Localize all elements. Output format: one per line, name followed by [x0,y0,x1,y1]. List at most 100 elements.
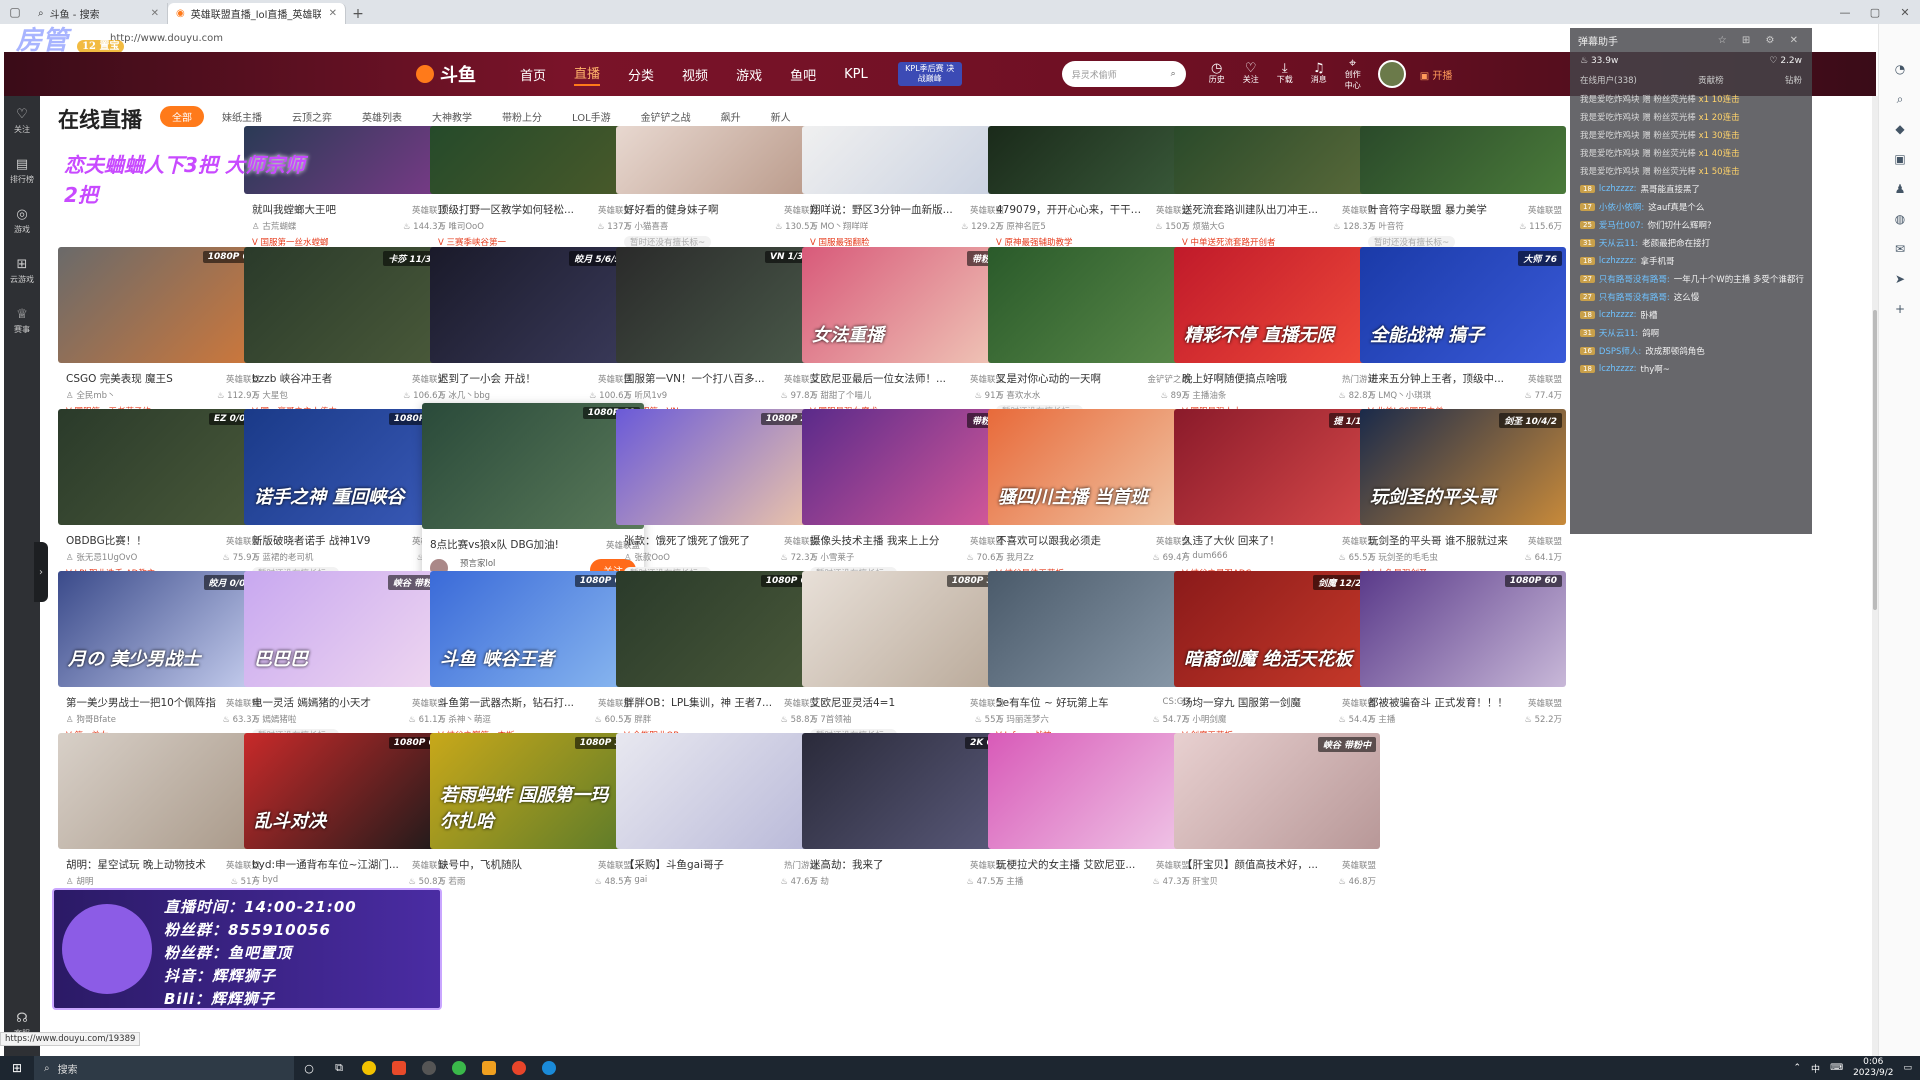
new-tab-button[interactable]: + [346,3,370,24]
stream-thumbnail[interactable]: 大师 76 全能战神 搞子 [1360,247,1566,363]
stream-thumbnail[interactable]: 提 1/1/1 [1174,409,1380,525]
stream-title[interactable]: 迟到了一小会 开战！ [438,371,588,386]
streamer-name[interactable]: 听风1v9 [624,389,667,401]
streamer-name[interactable]: MO丶翔咩咩 [810,220,868,232]
stream-thumbnail[interactable]: 峡谷 带粉中 [1174,733,1380,849]
filter-chip[interactable]: 英雄列表 [350,106,414,127]
streamer-name[interactable]: gai [624,875,647,885]
search-icon[interactable]: ⌕ [1171,69,1176,79]
stream-thumbnail[interactable]: 皎月 0/0/0 月の 美少男战士 [58,571,264,687]
streamer-name[interactable]: 7首领袖 [810,713,851,725]
streamer-name[interactable]: 古荒蝴蝶 [252,220,296,232]
nav-yuba[interactable]: 鱼吧 [790,65,816,84]
stream-thumbnail[interactable]: 1080P 60 斗鱼 峡谷王者 [430,571,636,687]
stream-thumbnail[interactable]: 剑魔 12/2/3 暗裔剑魔 绝活天花板 [1174,571,1380,687]
stream-thumbnail[interactable] [616,733,822,849]
close-icon[interactable]: ✕ [151,8,159,19]
stream-title[interactable]: 玩梗拉犬的女主播 艾欧尼亚... [996,857,1146,872]
app-icon[interactable] [444,1056,474,1080]
streamer-name[interactable]: 若雨 [438,875,465,887]
stream-title[interactable]: 不喜欢可以跟我必须走 [996,533,1146,548]
url-text[interactable]: http://www.douyu.com [110,33,223,44]
stream-card[interactable]: 峡谷 带粉中【肝宝贝】颜值高技术好，... 英雄联盟 46.8万 肝宝贝 [1174,733,1380,919]
stream-title[interactable]: CSGO 完美表现 魔王S [66,371,216,386]
streamer-name[interactable]: 玩剑圣的毛毛虫 [1368,551,1438,563]
ime-indicator[interactable]: 中 [1811,1062,1820,1075]
games-icon[interactable]: ♟ [1879,174,1920,204]
category-label[interactable]: 英雄联盟 [1528,697,1562,709]
stream-thumbnail[interactable] [58,733,264,849]
stream-card[interactable]: 1080P 60诺手之神 重回峡谷新版破晓者诺手 战神1V9英雄联盟75万蓝裙的… [244,409,450,595]
stream-thumbnail[interactable]: VN 1/3/1 [616,247,822,363]
search-input[interactable]: 异灵术偷师 ⌕ [1061,61,1186,87]
streamer-name[interactable]: 蓝裙的老司机 [252,551,313,563]
stream-thumbnail[interactable]: 1080P 60 [58,247,264,363]
stream-title[interactable]: 叶音符字母联盟 暴力美学 [1368,202,1518,217]
stream-title[interactable]: 都被被骗奋斗 正式发育！！！ [1368,695,1518,710]
streamer-name[interactable]: 狗哥Bfate [66,713,116,725]
stream-title[interactable]: 摄像头技术主播 我来上上分 [810,533,960,548]
stream-card[interactable]: 【采购】斗鱼gai哥子热门游戏47.6万gai [616,733,822,919]
bell-icon[interactable]: ◔ [1879,54,1920,84]
stream-card[interactable]: 1080P 60胖胖OB：LPL集训，神 王者7...英雄联盟58.8万胖胖全能… [616,571,822,757]
nav-live[interactable]: 直播 [574,63,601,86]
stream-card[interactable]: 皎月 0/0/0月の 美少男战士第一美少男战士一把10个佩阵指英雄联盟63.3万… [58,571,264,757]
search-icon[interactable]: ⌕ [1879,84,1920,114]
shield-icon[interactable]: ◍ [1879,204,1920,234]
taskview-icon[interactable]: ⧉ [324,1056,354,1080]
stream-title[interactable]: OBDBG比赛！！ [66,533,216,548]
stream-title[interactable]: 艾欧尼亚灵活4=1 [810,695,960,710]
stream-thumbnail[interactable] [988,571,1194,687]
streamer-name[interactable]: 我月Zz [996,551,1033,563]
category-label[interactable]: 英雄联盟 [1528,204,1562,216]
nav-category[interactable]: 分类 [628,65,654,84]
sidebar-item-rank[interactable]: ▤ 排行榜 [4,146,40,196]
stream-card[interactable]: 骚四川主播 当首班不喜欢可以跟我必须走英雄联盟69.4万我月Zz峡谷最佳天花板 [988,409,1194,595]
stream-card[interactable]: 峡谷 带粉中巴巴巴电一灵活 嫣嫣猪的小天才英雄联盟61.1万嫣嫣猪啦暂时还没有擅… [244,571,450,757]
streamer-name[interactable]: 玛丽莲梦六 [996,713,1049,725]
nav-video[interactable]: 视频 [682,65,708,84]
stream-thumbnail[interactable]: 1080P 20 [616,409,822,525]
send-icon[interactable]: ➤ [1879,264,1920,294]
stream-thumbnail[interactable]: 1080P 60 诺手之神 重回峡谷 [244,409,450,525]
history-icon[interactable]: ◷ 历史 [1206,62,1228,85]
stream-title[interactable]: 【采购】斗鱼gai哥子 [624,857,774,872]
taskbar-search-input[interactable]: ⌕ 搜索 [34,1056,294,1080]
tab-online-users[interactable]: 在线用户(338) [1580,74,1637,86]
briefcase-icon[interactable]: ▣ [1879,144,1920,174]
stream-thumbnail[interactable]: 1080P 60 [1360,571,1566,687]
nav-home[interactable]: 首页 [520,65,546,84]
filter-chip[interactable]: LOL手游 [560,106,623,127]
keyboard-icon[interactable]: ⌨ [1830,1063,1843,1073]
stream-title[interactable]: 翔咩说：野区3分钟一血新版... [810,202,960,217]
streamer-name[interactable]: 叶音符 [1368,220,1404,232]
nav-kpl[interactable]: KPL [844,67,868,82]
category-label[interactable]: 英雄联盟 [1528,373,1562,385]
scrollbar-thumb[interactable] [1873,310,1877,610]
stream-thumbnail[interactable] [802,126,1008,194]
stream-card[interactable]: 1080P 60CSGO 完美表现 魔王S英雄联盟112.9万全民mb丶国服第一… [58,247,264,433]
stream-title[interactable]: 迷高劫：我来了 [810,857,960,872]
stream-title[interactable]: 斗鱼第一武器杰斯，钻石打... [438,695,588,710]
stream-title[interactable]: 久违了大伙 回来了！ [1182,533,1332,548]
stream-card[interactable]: 卡莎 11/3/3bzzb 峡谷冲王者英雄联盟106.6万大星包国一豪哥之主人传… [244,247,450,433]
windows-start-icon[interactable]: ⊞ [0,1061,34,1075]
maximize-icon[interactable]: ▢ [1860,0,1890,24]
stream-title[interactable]: 第一美少男战士一把10个佩阵指 [66,695,216,710]
stream-card[interactable]: 1080P 30若雨蚂蚱 国服第一玛尔扎哈缺号中，飞机随队英雄联盟48.5万若雨 [430,733,636,919]
chat-username[interactable]: lczhzzzz: [1599,256,1637,266]
stream-title[interactable]: 5e有车位 ~ 好玩第上车 [996,695,1146,710]
streamer-name[interactable]: 胡明 [66,875,93,887]
stream-card[interactable]: 又是对你心动的一天啊金铲铲之战89万喜欢水水暂时还没有擅长标~ [988,247,1194,433]
stream-title[interactable]: 晚上好啊随便搞点啥哦 [1182,371,1332,386]
nav-game[interactable]: 游戏 [736,65,762,84]
sidebar-item-cloud-game[interactable]: ⊞ 云游戏 [4,246,40,296]
stream-title[interactable]: 艾欧尼亚最后一位女法师！... [810,371,960,386]
streamer-name[interactable]: 主播油条 [1182,389,1226,401]
chat-username[interactable]: lczhzzzz: [1599,184,1637,194]
stream-card[interactable]: 5e有车位 ~ 好玩第上车CS:GO54.7万玛丽莲梦六Inferno战神 [988,571,1194,757]
douyu-logo[interactable]: 斗鱼 [416,61,476,87]
chat-username[interactable]: 只有路哥没有路哥: [1599,291,1670,303]
category-label[interactable]: 英雄联盟 [1528,535,1562,547]
streamer-name[interactable]: byd [252,875,278,885]
